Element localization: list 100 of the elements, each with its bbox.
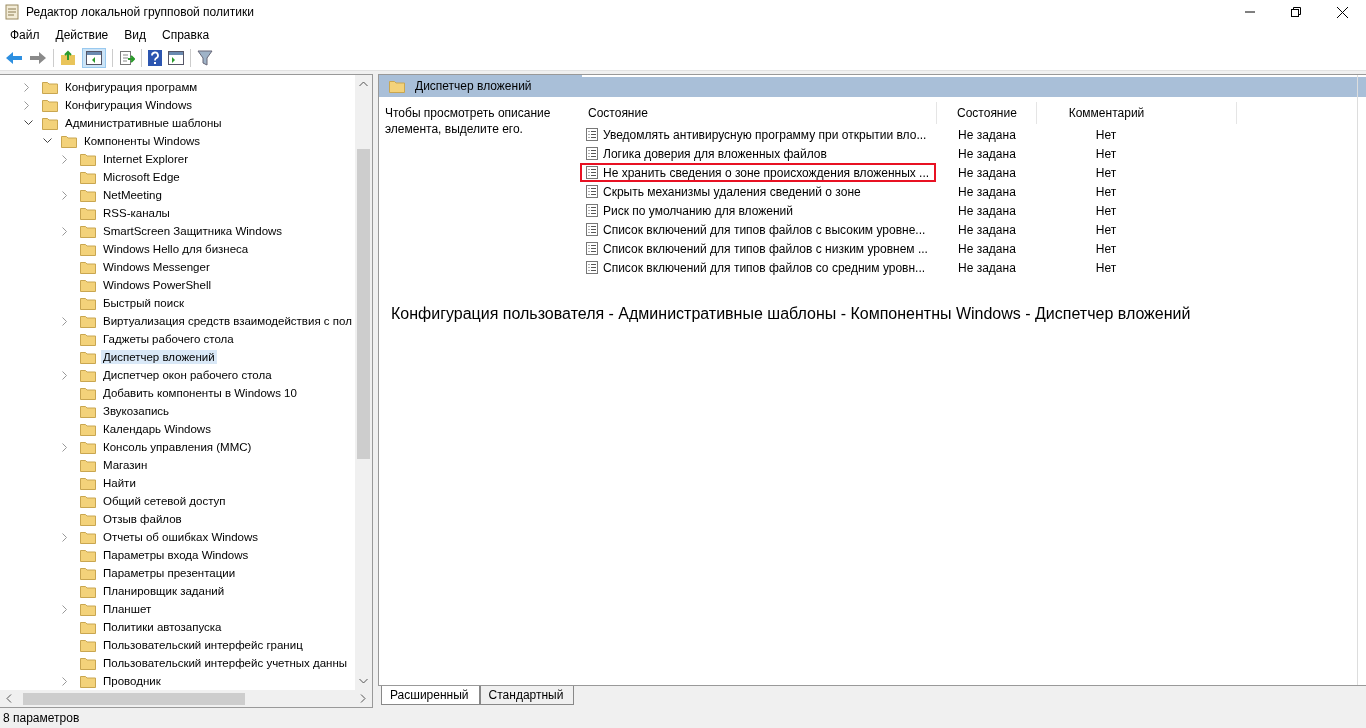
tree-item[interactable]: SmartScreen Защитника Windows bbox=[101, 224, 285, 238]
policy-name[interactable]: Скрыть механизмы удаления сведений о зоне bbox=[603, 184, 861, 199]
folder-icon bbox=[80, 566, 96, 580]
view-tab[interactable]: Расширенный bbox=[381, 686, 480, 705]
folder-icon bbox=[42, 116, 58, 130]
menu-item[interactable]: Справка bbox=[162, 28, 210, 42]
menu-item[interactable]: Действие bbox=[55, 28, 109, 42]
tree-item[interactable]: Консоль управления (MMC) bbox=[101, 440, 254, 454]
tree-item[interactable]: Звукозапись bbox=[101, 404, 172, 418]
column-header[interactable]: Комментарий bbox=[1037, 102, 1237, 124]
collapsed-chevron-icon[interactable] bbox=[62, 370, 68, 380]
tree-item[interactable]: Отчеты об ошибках Windows bbox=[101, 530, 261, 544]
policy-setting-icon bbox=[586, 242, 598, 255]
tree-item[interactable]: Пользовательский интерфейс границ bbox=[101, 638, 305, 652]
scroll-left-icon[interactable] bbox=[6, 694, 12, 703]
close-icon[interactable] bbox=[1337, 6, 1348, 18]
tree-item[interactable]: RSS-каналы bbox=[101, 206, 172, 220]
expanded-chevron-icon[interactable] bbox=[24, 120, 33, 126]
table-cell-text: Нет bbox=[1094, 260, 1118, 275]
tree-item[interactable]: Проводник bbox=[101, 674, 163, 688]
tree-item[interactable]: Отзыв файлов bbox=[101, 512, 184, 526]
folder-icon bbox=[42, 98, 58, 112]
policy-name[interactable]: Логика доверия для вложенных файлов bbox=[603, 146, 827, 161]
policy-name[interactable]: Уведомлять антивирусную программу при открытии вло... bbox=[603, 127, 927, 142]
tree-item[interactable]: Магазин bbox=[101, 458, 150, 472]
table-cell-text: Не задана bbox=[957, 165, 1017, 180]
column-header[interactable]: Состояние bbox=[586, 102, 937, 124]
collapsed-chevron-icon[interactable] bbox=[62, 442, 68, 452]
tree-item[interactable]: Конфигурация программ bbox=[63, 80, 200, 94]
tree-item[interactable]: Гаджеты рабочего стола bbox=[101, 332, 236, 346]
forward-arrow-icon[interactable] bbox=[29, 51, 47, 65]
tree-item[interactable]: Диспетчер окон рабочего стола bbox=[101, 368, 274, 382]
tree-item[interactable]: Windows Hello для бизнеса bbox=[101, 242, 251, 256]
scroll-up-icon[interactable] bbox=[359, 81, 368, 87]
tree-item[interactable]: Общий сетевой доступ bbox=[101, 494, 228, 508]
folder-icon bbox=[80, 620, 96, 634]
collapsed-chevron-icon[interactable] bbox=[62, 316, 68, 326]
collapsed-chevron-icon[interactable] bbox=[62, 190, 68, 200]
tree-item[interactable]: Виртуализация средств взаимодействия с пол bbox=[101, 314, 354, 328]
menu-item[interactable]: Файл bbox=[10, 28, 40, 42]
tree-item[interactable]: Диспетчер вложений bbox=[101, 350, 217, 364]
collapsed-chevron-icon[interactable] bbox=[62, 532, 68, 542]
folder-icon bbox=[42, 80, 58, 94]
menu-item[interactable]: Вид bbox=[124, 28, 146, 42]
folder-icon bbox=[80, 458, 96, 472]
tree-item[interactable]: Конфигурация Windows bbox=[63, 98, 195, 112]
view-tab[interactable]: Стандартный bbox=[479, 686, 575, 705]
tree-item[interactable]: Internet Explorer bbox=[101, 152, 190, 166]
expanded-chevron-icon[interactable] bbox=[43, 138, 52, 144]
scrollbar-thumb[interactable] bbox=[23, 692, 245, 705]
tree-item[interactable]: Быстрый поиск bbox=[101, 296, 186, 310]
tree-item[interactable]: Политики автозапуска bbox=[101, 620, 224, 634]
tree-item[interactable]: NetMeeting bbox=[101, 188, 164, 202]
folder-icon bbox=[80, 494, 96, 508]
scroll-right-icon[interactable] bbox=[360, 694, 366, 703]
back-arrow-icon[interactable] bbox=[5, 51, 23, 65]
tree-item[interactable]: Найти bbox=[101, 476, 138, 490]
scrollbar-thumb[interactable] bbox=[357, 149, 370, 459]
collapsed-chevron-icon[interactable] bbox=[62, 154, 68, 164]
table-cell-text: Не задана bbox=[957, 127, 1017, 142]
tree-item[interactable]: Календарь Windows bbox=[101, 422, 213, 436]
maximize-icon[interactable] bbox=[1291, 7, 1301, 17]
description-text: Чтобы просмотреть описание элемента, выделите его. bbox=[385, 105, 552, 138]
tree-item[interactable]: Пользовательский интерфейс учетных данны bbox=[101, 656, 350, 670]
tree-item[interactable]: Параметры презентации bbox=[101, 566, 238, 580]
folder-icon bbox=[80, 368, 96, 382]
window-pane-icon[interactable] bbox=[168, 51, 184, 65]
policy-name[interactable]: Список включений для типов файлов с высоким уровне... bbox=[603, 222, 926, 237]
policy-setting-icon bbox=[586, 128, 598, 141]
filter-icon[interactable] bbox=[197, 50, 213, 66]
policy-name[interactable]: Список включений для типов файлов со средним уровн... bbox=[603, 260, 926, 275]
tree-item[interactable]: Параметры входа Windows bbox=[101, 548, 251, 562]
tree-item[interactable]: Компоненты Windows bbox=[82, 134, 203, 148]
tree-item[interactable]: Административные шаблоны bbox=[63, 116, 224, 130]
help-icon[interactable] bbox=[148, 50, 162, 66]
tree-item[interactable]: Windows PowerShell bbox=[101, 278, 213, 292]
scroll-down-icon[interactable] bbox=[359, 678, 368, 684]
folder-up-icon[interactable] bbox=[60, 50, 76, 66]
column-header[interactable]: Состояние bbox=[937, 102, 1037, 124]
collapsed-chevron-icon[interactable] bbox=[62, 676, 68, 686]
folder-icon bbox=[80, 602, 96, 616]
tree-item[interactable]: Microsoft Edge bbox=[101, 170, 182, 184]
tree-item[interactable]: Добавить компоненты в Windows 10 bbox=[101, 386, 299, 400]
policy-name[interactable]: Риск по умолчанию для вложений bbox=[603, 203, 793, 218]
folder-icon bbox=[80, 188, 96, 202]
table-cell-text: Не задана bbox=[957, 203, 1017, 218]
collapsed-chevron-icon[interactable] bbox=[62, 226, 68, 236]
tree-item[interactable]: Планшет bbox=[101, 602, 154, 616]
tree-item[interactable]: Windows Messenger bbox=[101, 260, 212, 274]
window-title: Редактор локальной групповой политики bbox=[26, 5, 254, 19]
policy-name[interactable]: Не хранить сведения о зоне происхождения вложенных ... bbox=[603, 165, 930, 180]
table-cell-text: Не задана bbox=[957, 146, 1017, 161]
export-list-icon[interactable] bbox=[119, 50, 135, 66]
app-icon bbox=[5, 4, 19, 20]
folder-icon bbox=[80, 152, 96, 166]
collapsed-chevron-icon[interactable] bbox=[62, 604, 68, 614]
console-tree-icon[interactable] bbox=[86, 51, 102, 65]
folder-icon bbox=[80, 206, 96, 220]
policy-name[interactable]: Список включений для типов файлов с низким уровнем ... bbox=[603, 241, 928, 256]
tree-item[interactable]: Планировщик заданий bbox=[101, 584, 227, 598]
